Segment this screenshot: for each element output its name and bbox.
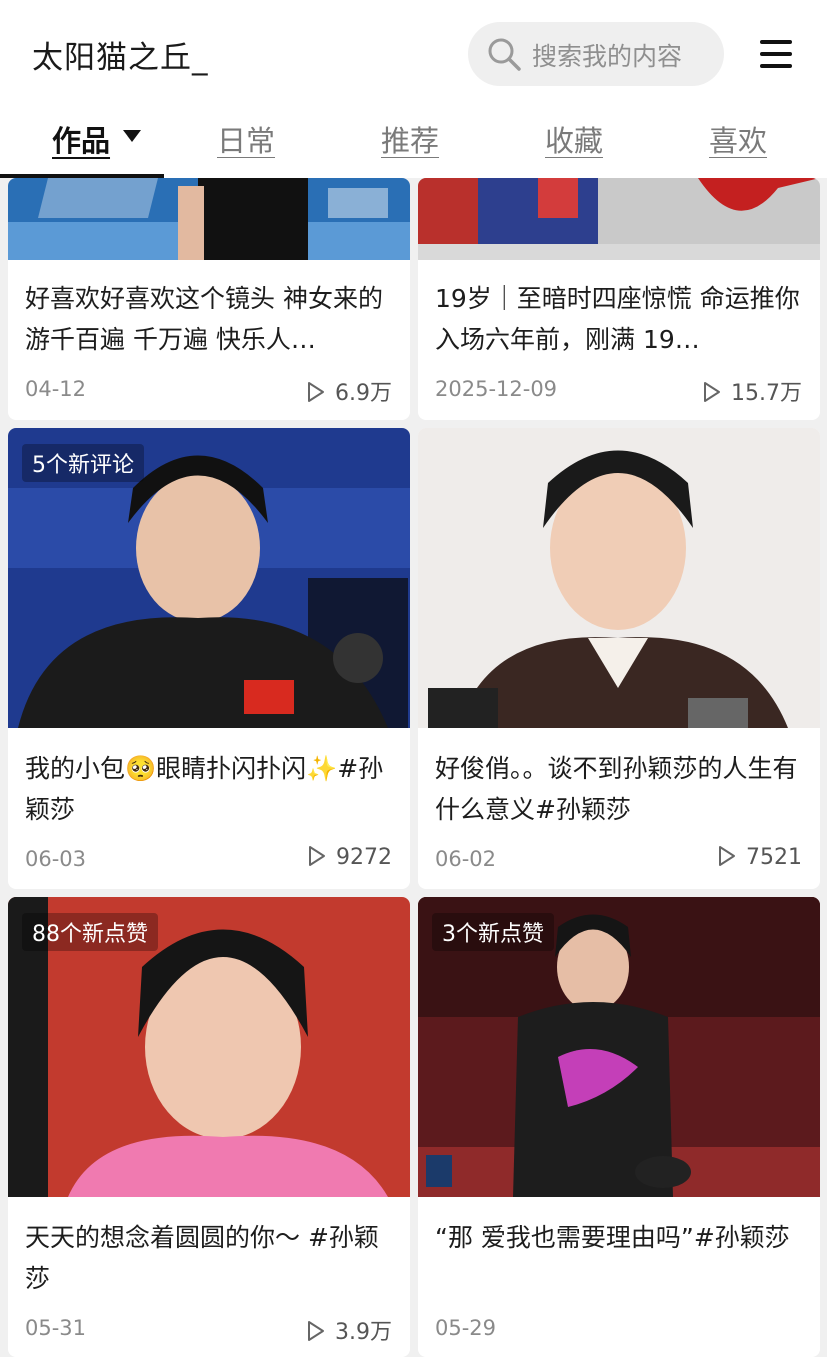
tab-bar: 作品 日常 推荐 收藏 喜欢 [0,110,827,178]
tab-recommend[interactable]: 推荐 [381,118,439,160]
tab-works[interactable]: 作品 [52,118,110,160]
notification-badge: 3个新点赞 [432,913,554,951]
play-count: 9272 [308,845,392,870]
notification-badge: 88个新点赞 [22,913,158,951]
play-icon [308,382,324,402]
play-count: 15.7万 [703,375,802,407]
video-title: “那 爱我也需要理由吗”#孙颖莎 [435,1223,790,1252]
tab-daily[interactable]: 日常 [217,118,275,160]
video-title: 19岁｜至暗时四座惊慌 命运推你入场六年前，刚满 19… [435,284,800,354]
video-thumbnail[interactable] [418,428,820,728]
video-date: 05-29 [435,1316,497,1340]
video-date: 06-03 [25,847,87,871]
play-icon [309,846,325,866]
video-thumbnail[interactable] [8,178,410,260]
video-card[interactable]: 19岁｜至暗时四座惊慌 命运推你入场六年前，刚满 19… 2025-12-09 … [418,178,820,420]
search-placeholder: 搜索我的内容 [532,42,683,71]
video-date: 2025-12-09 [435,377,558,401]
play-icon [704,382,720,402]
menu-icon[interactable] [760,40,792,68]
notification-badge: 5个新评论 [22,444,144,482]
caret-down-icon[interactable] [123,130,141,142]
play-count: 6.9万 [307,375,392,407]
video-card[interactable]: 5个新评论 我的小包🥺眼睛扑闪扑闪✨#孙颖莎 06-03 9272 [8,428,410,889]
video-title: 好喜欢好喜欢这个镜头 神女来的游千百遍 千万遍 快乐人… [25,284,383,354]
play-count: 7521 [718,845,802,870]
play-icon [719,846,735,866]
play-icon [308,1321,324,1341]
video-date: 04-12 [25,377,87,401]
tab-likes[interactable]: 喜欢 [709,118,767,160]
page-title: 太阳猫之丘_ [32,40,209,76]
search-icon [488,38,521,71]
video-thumbnail[interactable] [418,178,820,260]
tab-indicator [0,174,164,178]
video-thumbnail[interactable]: 5个新评论 [8,428,410,728]
video-title: 好俊俏。。谈不到孙颖莎的人生有什么意义#孙颖莎 [435,754,798,824]
video-card[interactable]: 好喜欢好喜欢这个镜头 神女来的游千百遍 千万遍 快乐人… 04-12 6.9万 [8,178,410,420]
video-card[interactable]: 好俊俏。。谈不到孙颖莎的人生有什么意义#孙颖莎 06-02 7521 [418,428,820,889]
video-date: 06-02 [435,847,497,871]
video-date: 05-31 [25,1316,87,1340]
top-bar: 太阳猫之丘_ 搜索我的内容 作品 日常 推荐 收藏 喜欢 [0,0,827,178]
video-title: 天天的想念着圆圆的你～ #孙颖莎 [25,1223,379,1293]
video-thumbnail[interactable]: 88个新点赞 [8,897,410,1197]
video-title: 我的小包🥺眼睛扑闪扑闪✨#孙颖莎 [25,754,384,824]
video-card[interactable]: 3个新点赞 “那 爱我也需要理由吗”#孙颖莎 05-29 [418,897,820,1357]
video-card[interactable]: 88个新点赞 天天的想念着圆圆的你～ #孙颖莎 05-31 3.9万 [8,897,410,1357]
play-count: 3.9万 [307,1314,392,1346]
tab-favorites[interactable]: 收藏 [545,118,603,160]
search-box[interactable]: 搜索我的内容 [468,22,724,86]
video-thumbnail[interactable]: 3个新点赞 [418,897,820,1197]
